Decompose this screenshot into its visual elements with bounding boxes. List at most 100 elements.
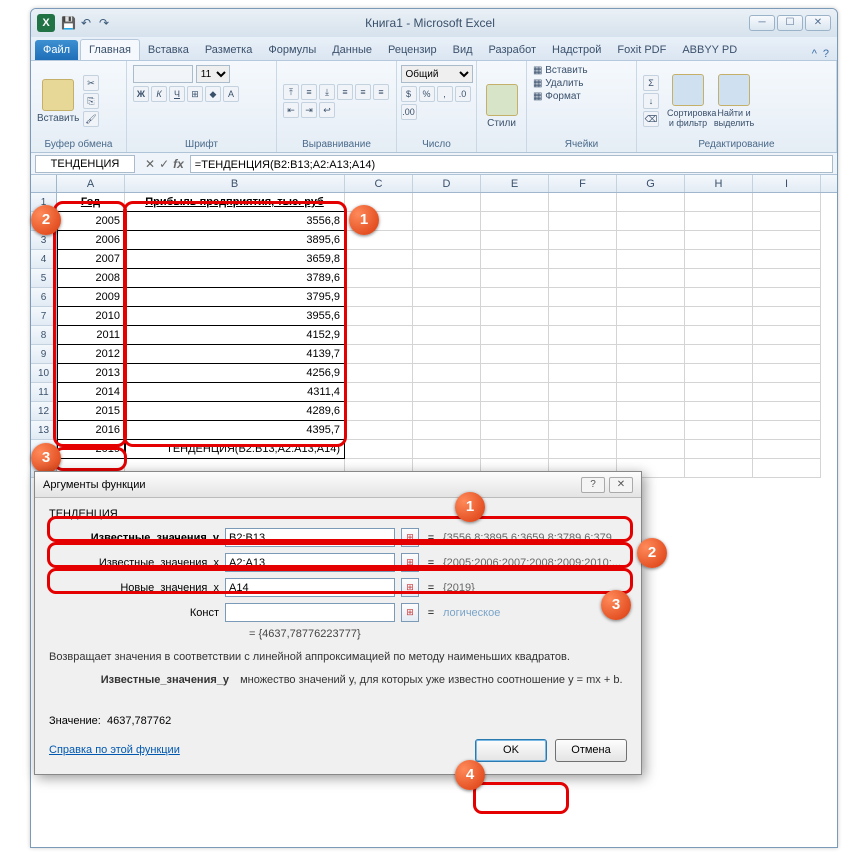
table-row[interactable]: 1ГодПрибыль предприятия, тыс. руб [31,193,837,212]
cell[interactable] [549,383,617,402]
cell[interactable]: Прибыль предприятия, тыс. руб [125,193,345,212]
row-header[interactable]: 2 [31,212,57,231]
align-mid-icon[interactable]: ≡ [301,84,317,100]
cell[interactable] [345,402,413,421]
table-row[interactable]: 1220154289,6 [31,402,837,421]
cell[interactable] [753,421,821,440]
cell[interactable] [345,212,413,231]
tab-layout[interactable]: Разметка [197,40,261,60]
cell[interactable]: 3955,6 [125,307,345,326]
tab-addins[interactable]: Надстрой [544,40,609,60]
autosum-icon[interactable]: Σ [643,75,659,91]
tab-home[interactable]: Главная [80,39,140,60]
tab-review[interactable]: Рецензир [380,40,445,60]
font-size-select[interactable]: 11 [196,65,230,83]
cell[interactable] [481,345,549,364]
delete-cells-button[interactable]: ▦ Удалить [533,78,583,89]
inc-dec-icon[interactable]: .0 [455,86,471,102]
row-header[interactable]: 10 [31,364,57,383]
table-row[interactable]: 142019ТЕНДЕНЦИЯ(B2:B13;A2:A13;A14) [31,440,837,459]
col-F[interactable]: F [549,175,617,192]
cell[interactable] [549,288,617,307]
cell[interactable] [549,364,617,383]
redo-icon[interactable]: ↷ [97,16,111,30]
tab-foxit[interactable]: Foxit PDF [609,40,674,60]
cell[interactable] [617,231,685,250]
fill-icon[interactable]: ↓ [643,93,659,109]
cell[interactable] [549,421,617,440]
row-header[interactable]: 6 [31,288,57,307]
maximize-button[interactable]: ☐ [777,15,803,31]
table-row[interactable]: 320063895,6 [31,231,837,250]
cell[interactable] [617,250,685,269]
copy-icon[interactable]: ⎘ [83,93,99,109]
cell[interactable] [481,402,549,421]
cell[interactable]: 4289,6 [125,402,345,421]
arg-input-new-x[interactable] [225,578,395,597]
arg-input-known-x[interactable] [225,553,395,572]
cell[interactable] [481,269,549,288]
select-all-corner[interactable] [31,175,57,192]
table-row[interactable]: 1020134256,9 [31,364,837,383]
table-row[interactable]: 420073659,8 [31,250,837,269]
ref-button-known-x[interactable]: ⊞ [401,553,419,572]
tab-insert[interactable]: Вставка [140,40,197,60]
row-header[interactable]: 13 [31,421,57,440]
col-A[interactable]: A [57,175,125,192]
cell[interactable] [617,288,685,307]
tab-formulas[interactable]: Формулы [260,40,324,60]
cell[interactable] [685,231,753,250]
dialog-help-link[interactable]: Справка по этой функции [49,744,180,756]
cell[interactable] [685,345,753,364]
cell[interactable]: 3895,6 [125,231,345,250]
undo-icon[interactable]: ↶ [79,16,93,30]
tab-developer[interactable]: Разработ [481,40,544,60]
table-row[interactable]: 1120144311,4 [31,383,837,402]
cell[interactable] [345,421,413,440]
wrap-icon[interactable]: ↩ [319,102,335,118]
cell[interactable] [685,421,753,440]
cell[interactable] [617,345,685,364]
ok-button[interactable]: OK [475,739,547,762]
arg-input-const[interactable] [225,603,395,622]
ref-button-known-y[interactable]: ⊞ [401,528,419,547]
cell[interactable] [413,250,481,269]
cell[interactable] [685,459,753,478]
cell[interactable] [753,250,821,269]
cell[interactable]: ТЕНДЕНЦИЯ(B2:B13;A2:A13;A14) [125,440,345,459]
cell[interactable] [413,326,481,345]
sort-filter-button[interactable]: Сортировка и фильтр [667,74,709,128]
cell[interactable]: 2005 [57,212,125,231]
cancel-button[interactable]: Отмена [555,739,627,762]
cell[interactable] [753,269,821,288]
cell[interactable]: 2011 [57,326,125,345]
cell[interactable] [481,326,549,345]
tab-view[interactable]: Вид [445,40,481,60]
cell[interactable] [413,383,481,402]
cell[interactable]: 3659,8 [125,250,345,269]
tab-abbyy[interactable]: ABBYY PD [674,40,745,60]
styles-button[interactable]: Стили [483,84,520,129]
cell[interactable] [685,383,753,402]
underline-icon[interactable]: Ч [169,86,185,102]
row-header[interactable]: 4 [31,250,57,269]
col-B[interactable]: B [125,175,345,192]
percent-icon[interactable]: % [419,86,435,102]
cell[interactable] [617,440,685,459]
cell[interactable] [481,364,549,383]
cell[interactable]: 2008 [57,269,125,288]
cell[interactable] [753,459,821,478]
cell[interactable] [753,326,821,345]
find-select-button[interactable]: Найти и выделить [713,74,755,128]
cell[interactable] [549,345,617,364]
cell[interactable] [549,326,617,345]
cell[interactable] [345,231,413,250]
tab-file[interactable]: Файл [35,40,78,60]
cell[interactable] [753,402,821,421]
cell[interactable]: 3789,6 [125,269,345,288]
cell[interactable] [685,402,753,421]
col-C[interactable]: C [345,175,413,192]
font-color-icon[interactable]: A [223,86,239,102]
cell[interactable] [481,307,549,326]
cell[interactable] [413,307,481,326]
